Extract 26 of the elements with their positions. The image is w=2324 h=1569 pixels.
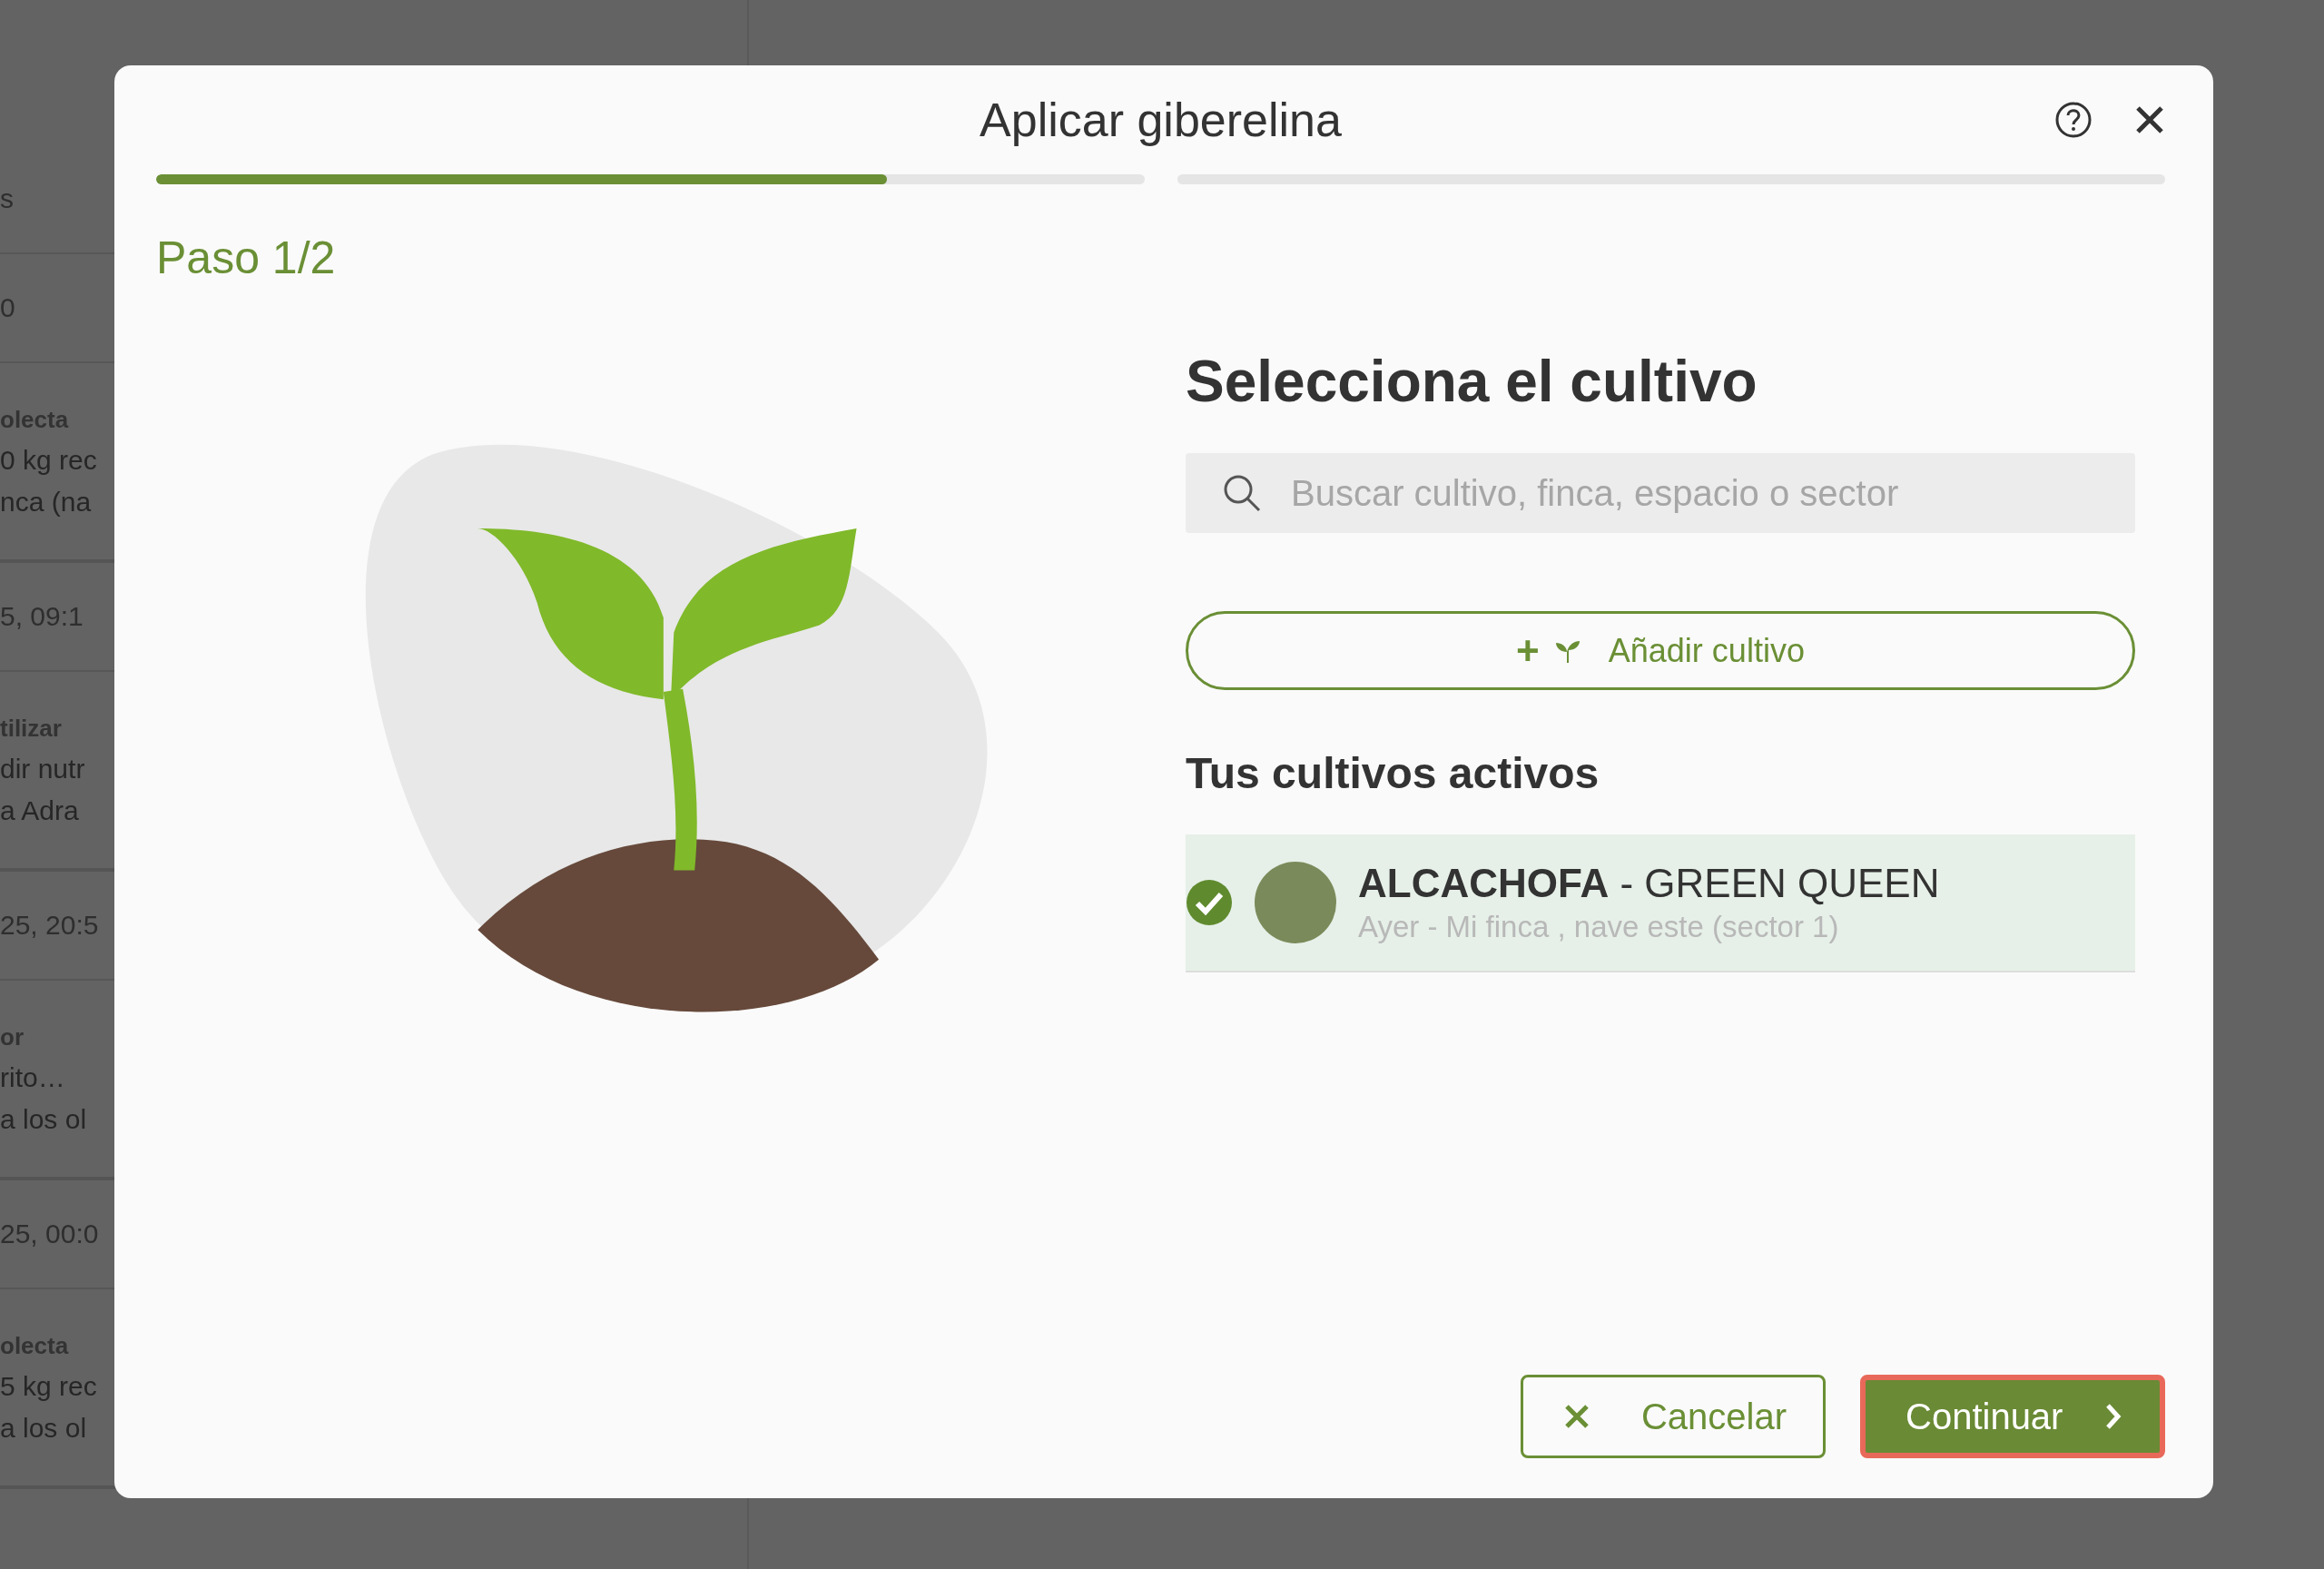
close-icon: [1563, 1403, 1590, 1430]
entry-detail: a los ol: [0, 1412, 87, 1444]
crop-title: ALCACHOFA - GREEN QUEEN: [1358, 861, 1940, 906]
cancel-button[interactable]: Cancelar: [1521, 1375, 1826, 1458]
section-title: Tus cultivos activos: [1186, 748, 1600, 798]
search-icon: [1222, 473, 1262, 513]
entry-detail: 5 kg rec: [0, 1370, 97, 1402]
entry-detail: a los ol: [0, 1103, 87, 1135]
crop-item[interactable]: ALCACHOFA - GREEN QUEEN Ayer - Mi finca , nave este (sector 1): [1186, 834, 2135, 972]
search-input[interactable]: Buscar cultivo, finca, espacio o sector: [1289, 471, 2099, 515]
check-circle-icon: [1186, 879, 1233, 926]
dialog-title: Aplicar giberelina: [980, 93, 1342, 147]
entry-detail: rito…: [0, 1061, 65, 1093]
help-icon[interactable]: [2054, 101, 2093, 139]
crop-detail: Ayer - Mi finca , nave este (sector 1): [1358, 910, 1840, 944]
entry-detail: a Adra: [0, 794, 79, 826]
entry-detail: nca (na: [0, 486, 92, 518]
entry-detail: 0 kg rec: [0, 444, 97, 476]
close-icon[interactable]: [2134, 104, 2165, 135]
heading: Selecciona el cultivo: [1186, 348, 1758, 415]
search-field[interactable]: Buscar cultivo, finca, espacio o sector: [1186, 453, 2135, 533]
continue-button[interactable]: Continuar: [1860, 1375, 2165, 1458]
chevron-right-icon: [2103, 1402, 2123, 1431]
step-label: Paso 1/2: [156, 232, 336, 284]
add-crop-button[interactable]: + Añadir cultivo: [1186, 611, 2135, 690]
entry-detail: dir nutr: [0, 753, 85, 784]
